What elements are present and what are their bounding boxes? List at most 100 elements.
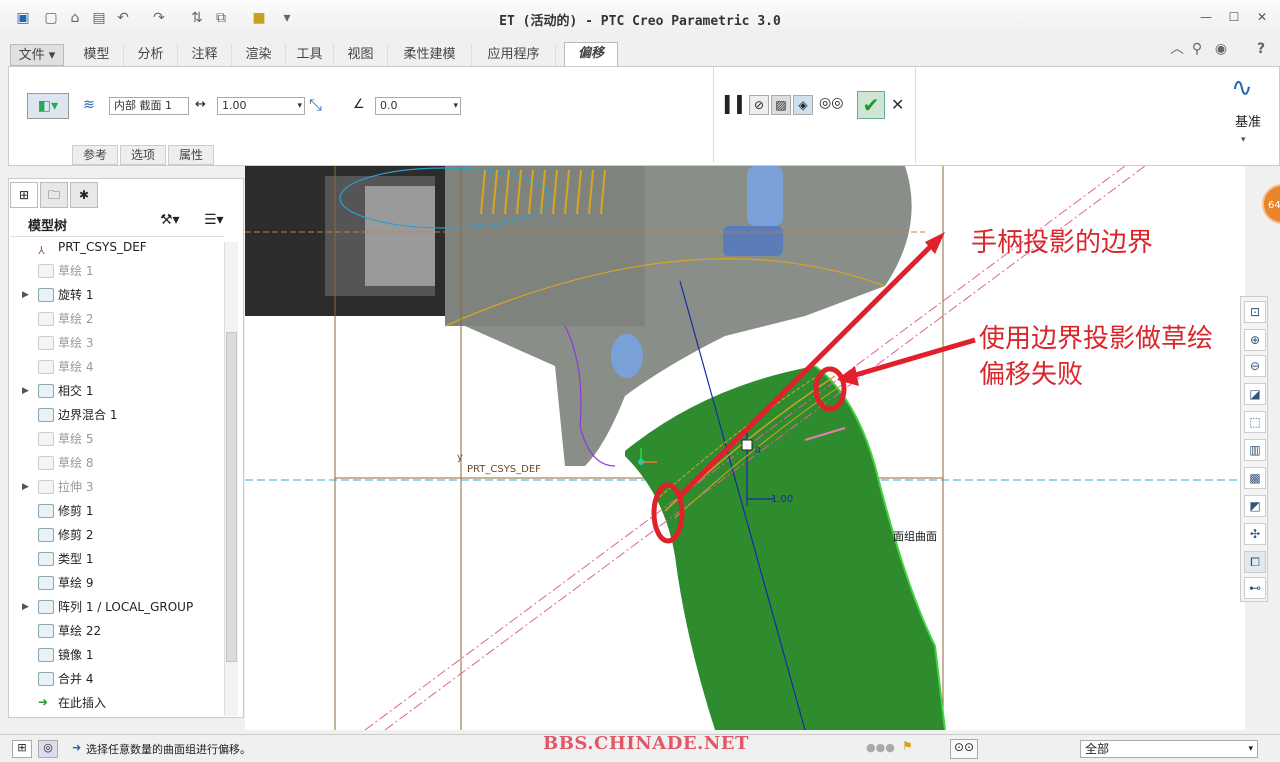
regen-status-icon: ●●● (866, 741, 895, 754)
expand-arrow-icon[interactable]: ▶ (22, 284, 29, 306)
tree-columns-icon[interactable]: ☰▾ (204, 212, 224, 228)
tab-analysis[interactable]: 分析 (124, 44, 178, 66)
windows-icon[interactable]: ⧉ (212, 9, 230, 27)
tab-file[interactable]: 文件 ▾ (10, 44, 64, 66)
save-icon[interactable]: ▤ (90, 9, 108, 27)
sketch-icon (38, 576, 54, 590)
refit-icon[interactable]: ⊡ (1244, 301, 1266, 323)
zoom-in-icon[interactable]: ⊕ (1244, 329, 1266, 351)
tree-scrollbar[interactable] (224, 242, 238, 716)
subtab-properties[interactable]: 属性 (168, 145, 214, 165)
favorites-tab-icon[interactable]: ✱ (70, 182, 98, 208)
angle-icon: ∠ (353, 97, 365, 112)
flag-icon[interactable]: ⚑ (902, 739, 913, 753)
sketch-icon (38, 456, 54, 470)
window-title: ET (活动的) - PTC Creo Parametric 3.0 (499, 14, 781, 29)
display-style-icon[interactable]: ▥ (1244, 439, 1266, 461)
find-icon[interactable]: ⊙⊙ (950, 739, 978, 759)
datum-icon[interactable]: ∿ (1231, 73, 1253, 103)
sketch-icon (38, 336, 54, 350)
customize-toolbar-icon[interactable]: ▾ (278, 9, 296, 27)
tree-settings-icon[interactable]: ⚒▾ (160, 212, 180, 228)
maximize-button[interactable]: ☐ (1224, 10, 1244, 26)
notification-badge[interactable]: 64 (1262, 184, 1280, 224)
undo-icon[interactable]: ↶ (114, 9, 132, 27)
offset-type-icon[interactable]: ◧▾ (27, 93, 69, 119)
cancel-button[interactable]: ✕ (891, 95, 904, 114)
show-browser-icon[interactable]: ◎ (38, 740, 58, 758)
saved-orientations-icon[interactable]: ⬚ (1244, 411, 1266, 433)
datum-label[interactable]: 基准 (1235, 111, 1261, 130)
surface-label: 面组曲面 (893, 530, 937, 543)
tab-applications[interactable]: 应用程序 (472, 44, 556, 66)
expand-arrow-icon[interactable]: ▶ (22, 380, 29, 402)
regenerate-icon[interactable]: ⇅ (188, 9, 206, 27)
message-arrow-icon: ➜ (72, 741, 82, 754)
wave-icon: ≋ (83, 97, 95, 113)
subtab-options[interactable]: 选项 (120, 145, 166, 165)
annotation-failure-line2: 偏移失败 (979, 360, 1084, 390)
minimize-button[interactable]: — (1196, 10, 1216, 26)
open-file-icon[interactable]: ⌂ (66, 9, 84, 27)
close-button[interactable]: ✕ (1252, 10, 1272, 26)
csys-label: PRT_CSYS_DEF (467, 464, 541, 475)
model-tree-title: 模型树 (28, 219, 68, 234)
graphics-window[interactable]: PRT_CSYS_DEF y 1.00 0 面组曲面 手柄投影的边界 使用边界投… (245, 166, 1245, 730)
trim-icon (38, 504, 54, 518)
sketch-icon (38, 312, 54, 326)
offset-value-input[interactable]: 1.00 ▾ (217, 97, 305, 115)
perspective-icon[interactable]: ◩ (1244, 495, 1266, 517)
redo-icon[interactable]: ↷ (150, 9, 168, 27)
annotation-display-icon[interactable]: ⧠ (1244, 551, 1266, 573)
tab-render[interactable]: 渲染 (232, 44, 286, 66)
preview-geometry-icon[interactable]: ▨ (771, 95, 791, 115)
spin-center-icon[interactable]: ⊷ (1244, 577, 1266, 599)
trim-icon (38, 528, 54, 542)
tab-flexible-modeling[interactable]: 柔性建模 (388, 44, 472, 66)
point-label: 0 (755, 446, 761, 456)
flip-direction-icon[interactable]: ⤡ (309, 95, 322, 115)
show-navigator-icon[interactable]: ⊞ (12, 740, 32, 758)
tab-offset[interactable]: 偏移 (564, 42, 618, 67)
pause-button[interactable]: ▍▍ (725, 95, 750, 114)
revolve-icon (38, 288, 54, 302)
close-window-icon[interactable]: ■ (250, 9, 268, 27)
dimension-label[interactable]: 1.00 (771, 494, 793, 505)
tab-annotate[interactable]: 注释 (178, 44, 232, 66)
expand-arrow-icon[interactable]: ▶ (22, 476, 29, 498)
zoom-out-icon[interactable]: ⊖ (1244, 355, 1266, 377)
section-select[interactable]: 内部 截面 1 (109, 97, 189, 115)
expand-arrow-icon[interactable]: ▶ (22, 596, 29, 618)
intersect-icon (38, 384, 54, 398)
verify-icon[interactable]: ◈ (793, 95, 813, 115)
view-toolbar: ⊡ ⊕ ⊖ ◪ ⬚ ▥ ▩ ◩ ✣ ⧠ ⊷ (1240, 296, 1268, 602)
subtab-references[interactable]: 参考 (72, 145, 118, 165)
boundary-blend-icon (38, 408, 54, 422)
tab-tools[interactable]: 工具 (286, 44, 334, 66)
annotation-boundary: 手柄投影的边界 (971, 228, 1154, 258)
extrude-icon (38, 480, 54, 494)
ribbon-tabs: 文件 ▾ 模型 分析 注释 渲染 工具 视图 柔性建模 应用程序 偏移 (0, 42, 1280, 67)
folder-browser-tab-icon[interactable]: 🗀 (40, 182, 68, 208)
view-manager-icon[interactable]: ▩ (1244, 467, 1266, 489)
ok-button[interactable]: ✔ (857, 91, 885, 119)
repaint-icon[interactable]: ◪ (1244, 383, 1266, 405)
tab-model[interactable]: 模型 (70, 44, 124, 66)
angle-input[interactable]: 0.0 ▾ (375, 97, 461, 115)
model-tree-tab-icon[interactable]: ⊞ (10, 182, 38, 208)
sketch-icon (38, 432, 54, 446)
datum-display-icon[interactable]: ✣ (1244, 523, 1266, 545)
glasses-icon[interactable]: ◎◎ (819, 95, 843, 111)
filter-select[interactable]: 全部 ▾ (1080, 740, 1258, 758)
new-file-icon[interactable]: ▢ (42, 9, 60, 27)
no-preview-icon[interactable]: ⊘ (749, 95, 769, 115)
axis-y-label: y (457, 452, 463, 463)
datum-dropdown-icon[interactable]: ▾ (1241, 135, 1246, 145)
sketch-icon (38, 360, 54, 374)
watermark: BBS.CHINADE.NET (543, 733, 749, 754)
annotation-failure-line1: 使用边界投影做草绘 (979, 324, 1214, 354)
mirror-icon (38, 648, 54, 662)
pattern-icon (38, 600, 54, 614)
tab-view[interactable]: 视图 (334, 44, 388, 66)
style-icon (38, 552, 54, 566)
